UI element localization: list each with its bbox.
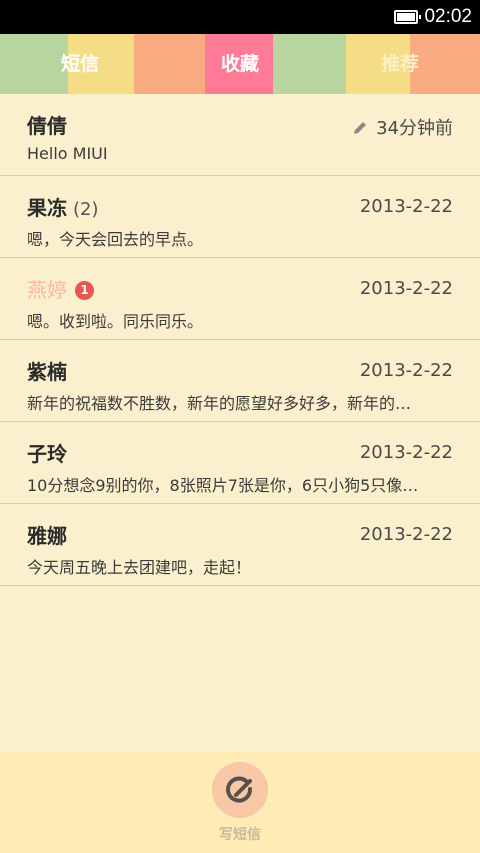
message-count: (2): [73, 199, 99, 220]
conversation-row[interactable]: 倩倩 34分钟前 Hello MIUI: [0, 94, 480, 176]
contact-name: 紫楠: [27, 360, 67, 384]
message-preview: Hello MIUI: [27, 144, 108, 163]
unread-badge: 1: [75, 281, 94, 300]
bottom-toolbar: 写短信: [0, 752, 480, 853]
message-date: 2013-2-22: [359, 524, 453, 545]
message-time: 34分钟前: [352, 114, 453, 141]
status-time: 02:02: [424, 6, 472, 27]
tab-bar: 短信 收藏 推荐: [0, 34, 480, 94]
message-date: 2013-2-22: [359, 442, 453, 463]
message-preview: 今天周五晚上去团建吧，走起！: [27, 558, 252, 577]
conversation-row[interactable]: 雅娜 2013-2-22 今天周五晚上去团建吧，走起！: [0, 504, 480, 586]
status-indicators: 02:02: [394, 0, 472, 34]
compose-icon: [226, 776, 253, 803]
message-date: 2013-2-22: [359, 196, 453, 217]
tab-sms[interactable]: 短信: [40, 34, 120, 94]
status-bar: 02:02: [0, 0, 480, 34]
message-date: 2013-2-22: [359, 278, 453, 299]
conversation-row[interactable]: 子玲 2013-2-22 10分想念9别的你，8张照片7张是你，6只小狗5只像…: [0, 422, 480, 504]
tab-stripe: [134, 34, 205, 94]
contact-name: 雅娜: [27, 524, 67, 548]
conversation-row[interactable]: 燕婷 1 2013-2-22 嗯。收到啦。同乐同乐。: [0, 258, 480, 340]
contact-name: 倩倩: [27, 114, 67, 138]
message-preview: 嗯，今天会回去的早点。: [27, 230, 204, 249]
contact-name-text: 燕婷: [27, 278, 67, 302]
tab-favorites[interactable]: 收藏: [200, 34, 280, 94]
message-time-text: 34分钟前: [376, 118, 453, 139]
compose-button[interactable]: [212, 762, 268, 818]
conversation-row[interactable]: 紫楠 2013-2-22 新年的祝福数不胜数，新年的愿望好多好多，新年的…: [0, 340, 480, 422]
compose-label: 写短信: [219, 827, 261, 843]
message-preview: 10分想念9别的你，8张照片7张是你，6只小狗5只像…: [27, 476, 419, 495]
contact-name: 子玲: [27, 442, 67, 466]
conversation-list: 倩倩 34分钟前 Hello MIUI 果冻 (2) 2013-2-22 嗯，今天…: [0, 94, 480, 586]
message-date: 2013-2-22: [359, 360, 453, 381]
message-preview: 嗯。收到啦。同乐同乐。: [27, 312, 204, 331]
pencil-icon: [352, 120, 368, 141]
message-preview: 新年的祝福数不胜数，新年的愿望好多好多，新年的…: [27, 394, 412, 413]
conversation-row[interactable]: 果冻 (2) 2013-2-22 嗯，今天会回去的早点。: [0, 176, 480, 258]
battery-icon: [394, 10, 422, 24]
contact-name: 燕婷 1: [27, 274, 94, 303]
tab-stripe: [273, 34, 346, 94]
contact-name-text: 果冻: [27, 196, 67, 220]
tab-recommended[interactable]: 推荐: [360, 34, 440, 94]
contact-name: 果冻 (2): [27, 192, 99, 221]
